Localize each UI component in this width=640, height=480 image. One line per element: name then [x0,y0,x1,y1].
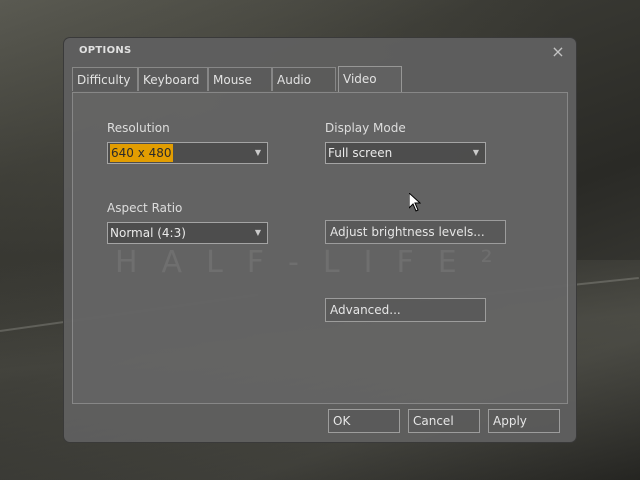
apply-button[interactable]: Apply [488,409,560,433]
options-dialog: OPTIONS × Difficulty Keyboard Mouse Audi… [64,38,576,442]
tab-audio[interactable]: Audio [272,67,336,91]
resolution-label: Resolution [107,121,170,135]
aspect-ratio-value: Normal (4:3) [110,226,186,240]
advanced-button[interactable]: Advanced... [325,298,486,322]
display-mode-value: Full screen [328,146,393,160]
tab-video[interactable]: Video [338,66,402,93]
tab-keyboard[interactable]: Keyboard [138,67,208,91]
aspect-ratio-label: Aspect Ratio [107,201,183,215]
adjust-brightness-button[interactable]: Adjust brightness levels... [325,220,506,244]
chevron-down-icon: ▼ [472,148,479,157]
mouse-pointer-icon [409,193,421,212]
tab-difficulty[interactable]: Difficulty [72,67,138,91]
resolution-dropdown[interactable]: 640 x 480 ▼ [107,142,268,164]
tab-mouse[interactable]: Mouse [208,67,272,91]
dialog-title: OPTIONS [79,45,132,56]
close-icon[interactable]: × [550,44,566,60]
resolution-value: 640 x 480 [110,144,173,162]
aspect-ratio-dropdown[interactable]: Normal (4:3) ▼ [107,222,268,244]
display-mode-dropdown[interactable]: Full screen ▼ [325,142,486,164]
display-mode-label: Display Mode [325,121,406,135]
cancel-button[interactable]: Cancel [408,409,480,433]
video-settings-panel: HALF-LIFE² Resolution 640 x 480 ▼ Displa… [72,92,568,404]
ok-button[interactable]: OK [328,409,400,433]
background-watermark: HALF-LIFE² [115,245,517,280]
chevron-down-icon: ▼ [254,148,261,157]
chevron-down-icon: ▼ [254,228,261,237]
